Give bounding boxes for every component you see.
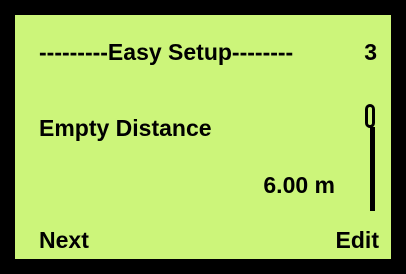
next-softkey[interactable]: Next [39, 227, 89, 254]
lcd-screen: ---------Easy Setup-------- 3 Empty Dist… [11, 11, 395, 263]
page-number: 3 [364, 39, 377, 65]
device-display-frame: ---------Easy Setup-------- 3 Empty Dist… [0, 0, 406, 274]
scrollbar-thumb [365, 104, 375, 128]
parameter-label: Empty Distance [39, 115, 212, 141]
edit-softkey[interactable]: Edit [336, 227, 379, 254]
scrollbar-track [370, 127, 375, 211]
parameter-value: 6.00 m [263, 172, 335, 198]
menu-title: ---------Easy Setup-------- [39, 39, 294, 65]
